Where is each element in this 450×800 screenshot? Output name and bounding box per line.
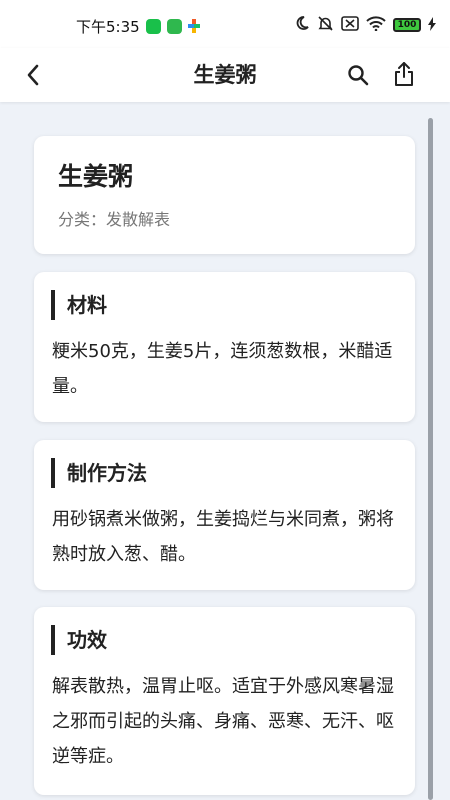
bell-muted-icon [317,15,334,36]
recipe-title: 生姜粥 [58,162,134,191]
colorful-app-icon [187,19,200,33]
moon-icon [294,15,310,35]
status-left: 下午5:35 [76,16,200,36]
recipe-category: 分类：发散解表 [58,210,171,229]
scrollbar[interactable] [428,118,433,800]
method-card: 制作方法 用砂锅煮米做粥，生姜捣烂与米同煮，粥将熟时放入葱、醋。 [34,440,415,590]
app-bar: 生姜粥 [0,48,450,102]
share-button[interactable] [389,56,419,92]
ingredients-text: 粳米50克，生姜5片，连须葱数根，米醋适量。 [52,341,393,397]
method-text: 用砂锅煮米做粥，生姜捣烂与米同煮，粥将熟时放入葱、醋。 [52,509,394,565]
recipe-title-card: 生姜粥 分类：发散解表 [34,136,415,254]
wifi-icon [366,15,386,35]
page-title: 生姜粥 [193,63,257,87]
method-heading: 制作方法 [51,458,147,488]
search-icon [348,65,369,86]
ingredients-heading: 材料 [51,290,107,320]
sim-off-icon [341,15,359,35]
green-app-icon [166,18,182,34]
charging-icon [428,16,436,35]
effect-heading: 功效 [51,625,107,655]
share-icon [395,62,413,86]
battery-icon: 100 [393,18,421,32]
status-bar: 下午5:35 100 [0,0,450,48]
search-button[interactable] [343,58,373,92]
effect-card: 功效 解表散热，温胃止呕。适宜于外感风寒暑湿之邪而引起的头痛、身痛、恶寒、无汗、… [34,607,415,795]
ingredients-card: 材料 粳米50克，生姜5片，连须葱数根，米醋适量。 [34,272,415,422]
status-time: 下午5:35 [76,17,140,36]
status-right: 100 [294,14,436,36]
effect-text: 解表散热，温胃止呕。适宜于外感风寒暑湿之邪而引起的头痛、身痛、恶寒、无汗、呕逆等… [52,676,394,767]
wechat-icon [145,18,161,34]
